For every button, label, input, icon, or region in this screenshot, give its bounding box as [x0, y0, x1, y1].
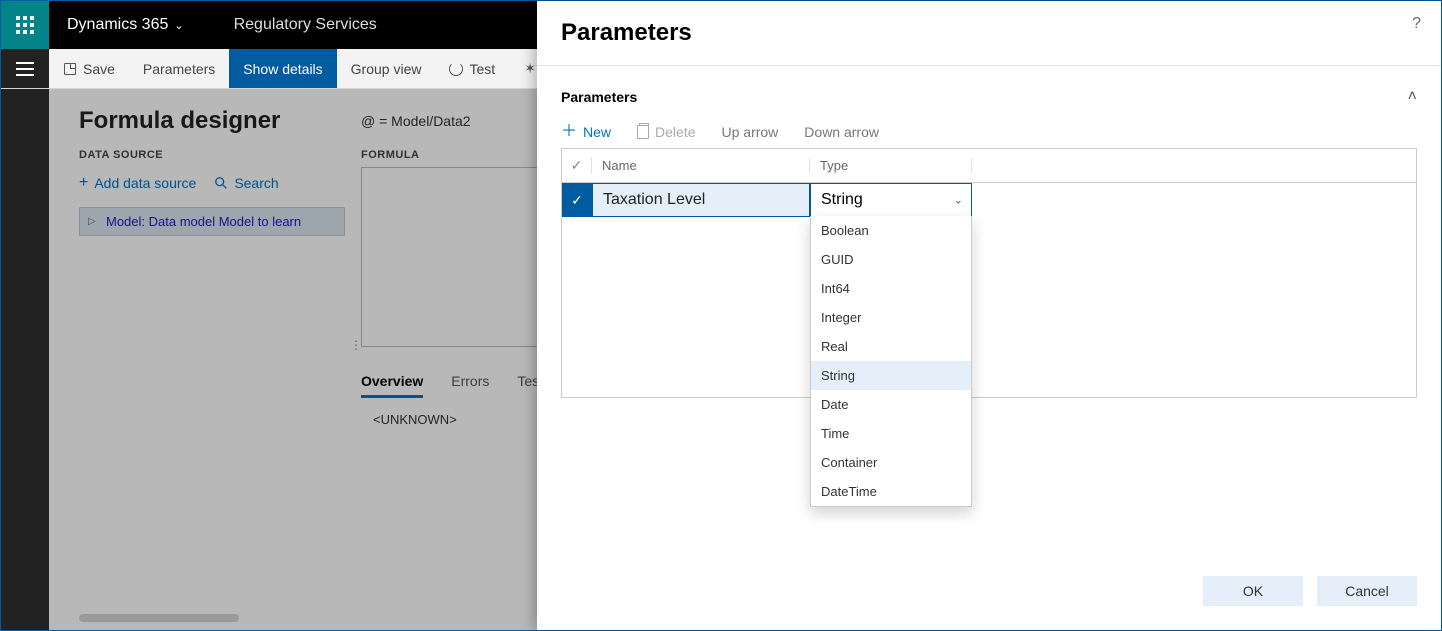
data-source-item[interactable]: ▷ Model: Data model Model to learn	[79, 207, 345, 236]
add-data-source-button[interactable]: + Add data source	[79, 175, 196, 191]
brand-dropdown[interactable]: Dynamics 365 ⌄	[49, 16, 202, 34]
type-dropdown: Boolean GUID Int64 Integer Real String D…	[810, 216, 972, 507]
collapse-section-button[interactable]: ˄	[1408, 88, 1417, 106]
app-launcher[interactable]	[1, 1, 49, 49]
dropdown-option[interactable]: Time	[811, 419, 971, 448]
parameters-panel: ? Parameters Parameters ˄ ＋ New Delete U…	[537, 1, 1441, 630]
new-row-button[interactable]: ＋ New	[561, 124, 611, 140]
scrollbar-horizontal[interactable]	[79, 614, 239, 622]
dropdown-option-selected[interactable]: String	[811, 361, 971, 390]
help-icon: ?	[1412, 15, 1421, 32]
delete-row-label: Delete	[655, 124, 695, 140]
test-button[interactable]: Test	[435, 49, 509, 88]
plus-icon: +	[79, 176, 88, 190]
chevron-up-icon: ˄	[1408, 88, 1417, 105]
help-button[interactable]: ?	[1412, 15, 1421, 33]
refresh-icon	[449, 62, 463, 76]
nav-toggle-button[interactable]	[1, 49, 49, 88]
parameters-button[interactable]: Parameters	[129, 49, 229, 88]
resize-grip-icon[interactable]: ⋮	[350, 338, 360, 352]
name-cell-value: Taxation Level	[603, 191, 705, 209]
dropdown-option[interactable]: Boolean	[811, 216, 971, 245]
waffle-icon	[16, 16, 34, 34]
search-label: Search	[234, 175, 278, 191]
left-nav-rail[interactable]	[1, 89, 49, 630]
save-button[interactable]: Save	[49, 49, 129, 88]
parameters-label: Parameters	[143, 61, 215, 77]
up-arrow-button[interactable]: Up arrow	[722, 124, 779, 140]
data-source-heading: DATA SOURCE	[79, 149, 345, 161]
ok-button[interactable]: OK	[1203, 576, 1303, 606]
name-cell[interactable]: Taxation Level	[592, 183, 810, 217]
brand-label: Dynamics 365	[67, 16, 168, 34]
row-checkbox[interactable]: ✓	[562, 183, 592, 217]
new-row-label: New	[583, 124, 611, 140]
translate-icon: ✶	[523, 62, 537, 76]
add-data-source-label: Add data source	[94, 175, 196, 191]
show-details-button[interactable]: Show details	[229, 49, 336, 88]
dropdown-option[interactable]: Real	[811, 332, 971, 361]
panel-divider	[537, 65, 1441, 66]
up-arrow-label: Up arrow	[722, 124, 779, 140]
down-arrow-label: Down arrow	[804, 124, 879, 140]
tab-test[interactable]: Tes	[517, 367, 539, 398]
dropdown-toggle-icon[interactable]: ⌄	[954, 194, 963, 207]
trash-icon	[637, 125, 649, 139]
save-label: Save	[83, 61, 115, 77]
search-icon	[214, 176, 228, 190]
dropdown-option[interactable]: Date	[811, 390, 971, 419]
delete-row-button[interactable]: Delete	[637, 124, 695, 140]
dropdown-option[interactable]: Int64	[811, 274, 971, 303]
table-row[interactable]: ✓ Taxation Level String ⌄	[562, 183, 1416, 217]
select-all-checkbox[interactable]: ✓	[562, 157, 592, 174]
panel-title: Parameters	[561, 19, 1417, 47]
plus-icon: ＋	[561, 125, 577, 139]
section-title: Parameters	[561, 89, 637, 105]
type-cell[interactable]: String ⌄	[810, 183, 972, 217]
dropdown-option[interactable]: Integer	[811, 303, 971, 332]
cancel-button[interactable]: Cancel	[1317, 576, 1417, 606]
save-icon	[63, 62, 77, 76]
group-view-label: Group view	[351, 61, 422, 77]
table-header: ✓ Name Type	[562, 149, 1416, 183]
page-title: Formula designer	[79, 107, 345, 135]
chevron-down-icon: ⌄	[174, 19, 183, 32]
search-button[interactable]: Search	[214, 175, 278, 191]
hamburger-icon	[16, 68, 34, 70]
dropdown-option[interactable]: DateTime	[811, 477, 971, 506]
data-source-item-label: Model: Data model Model to learn	[106, 214, 301, 229]
checkmark-icon: ✓	[571, 192, 583, 209]
test-label: Test	[469, 61, 495, 77]
expand-caret-icon[interactable]: ▷	[88, 216, 96, 227]
down-arrow-button[interactable]: Down arrow	[804, 124, 879, 140]
type-cell-value: String	[821, 191, 971, 209]
show-details-label: Show details	[243, 61, 322, 77]
module-name: Regulatory Services	[202, 16, 409, 34]
group-view-button[interactable]: Group view	[337, 49, 436, 88]
col-header-type[interactable]: Type	[810, 158, 972, 173]
dropdown-option[interactable]: Container	[811, 448, 971, 477]
checkmark-icon: ✓	[571, 157, 583, 174]
tab-errors[interactable]: Errors	[451, 367, 489, 398]
parameters-table: ✓ Name Type ✓ Taxation Level String ⌄ Bo…	[561, 148, 1417, 398]
tab-overview[interactable]: Overview	[361, 367, 423, 398]
dropdown-option[interactable]: GUID	[811, 245, 971, 274]
col-header-name[interactable]: Name	[592, 158, 810, 173]
